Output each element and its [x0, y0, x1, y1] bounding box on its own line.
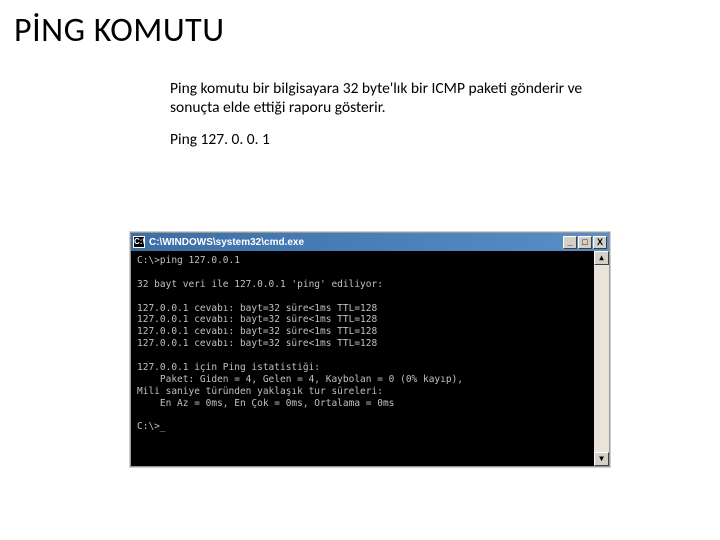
- scroll-track[interactable]: [594, 265, 609, 452]
- example-command: Ping 127. 0. 0. 1: [170, 130, 610, 149]
- window-controls: _ □ X: [563, 236, 607, 249]
- close-button[interactable]: X: [593, 236, 607, 249]
- description-text: Ping komutu bir bilgisayara 32 byte'lık …: [170, 79, 610, 118]
- titlebar: C:\ C:\WINDOWS\system32\cmd.exe _ □ X: [131, 233, 609, 251]
- description-block: Ping komutu bir bilgisayara 32 byte'lık …: [170, 79, 610, 149]
- system-menu-icon[interactable]: C:\: [133, 236, 145, 248]
- page-title: PİNG KOMUTU: [0, 0, 720, 51]
- scroll-up-button[interactable]: ▲: [594, 251, 609, 265]
- cmd-window: C:\ C:\WINDOWS\system32\cmd.exe _ □ X C:…: [130, 232, 610, 467]
- terminal-output: C:\>ping 127.0.0.1 32 bayt veri ile 127.…: [131, 251, 609, 466]
- vertical-scrollbar[interactable]: ▲ ▼: [594, 251, 609, 466]
- minimize-button[interactable]: _: [563, 236, 577, 249]
- scroll-down-button[interactable]: ▼: [594, 452, 609, 466]
- window-title: C:\WINDOWS\system32\cmd.exe: [149, 237, 563, 248]
- maximize-button[interactable]: □: [578, 236, 592, 249]
